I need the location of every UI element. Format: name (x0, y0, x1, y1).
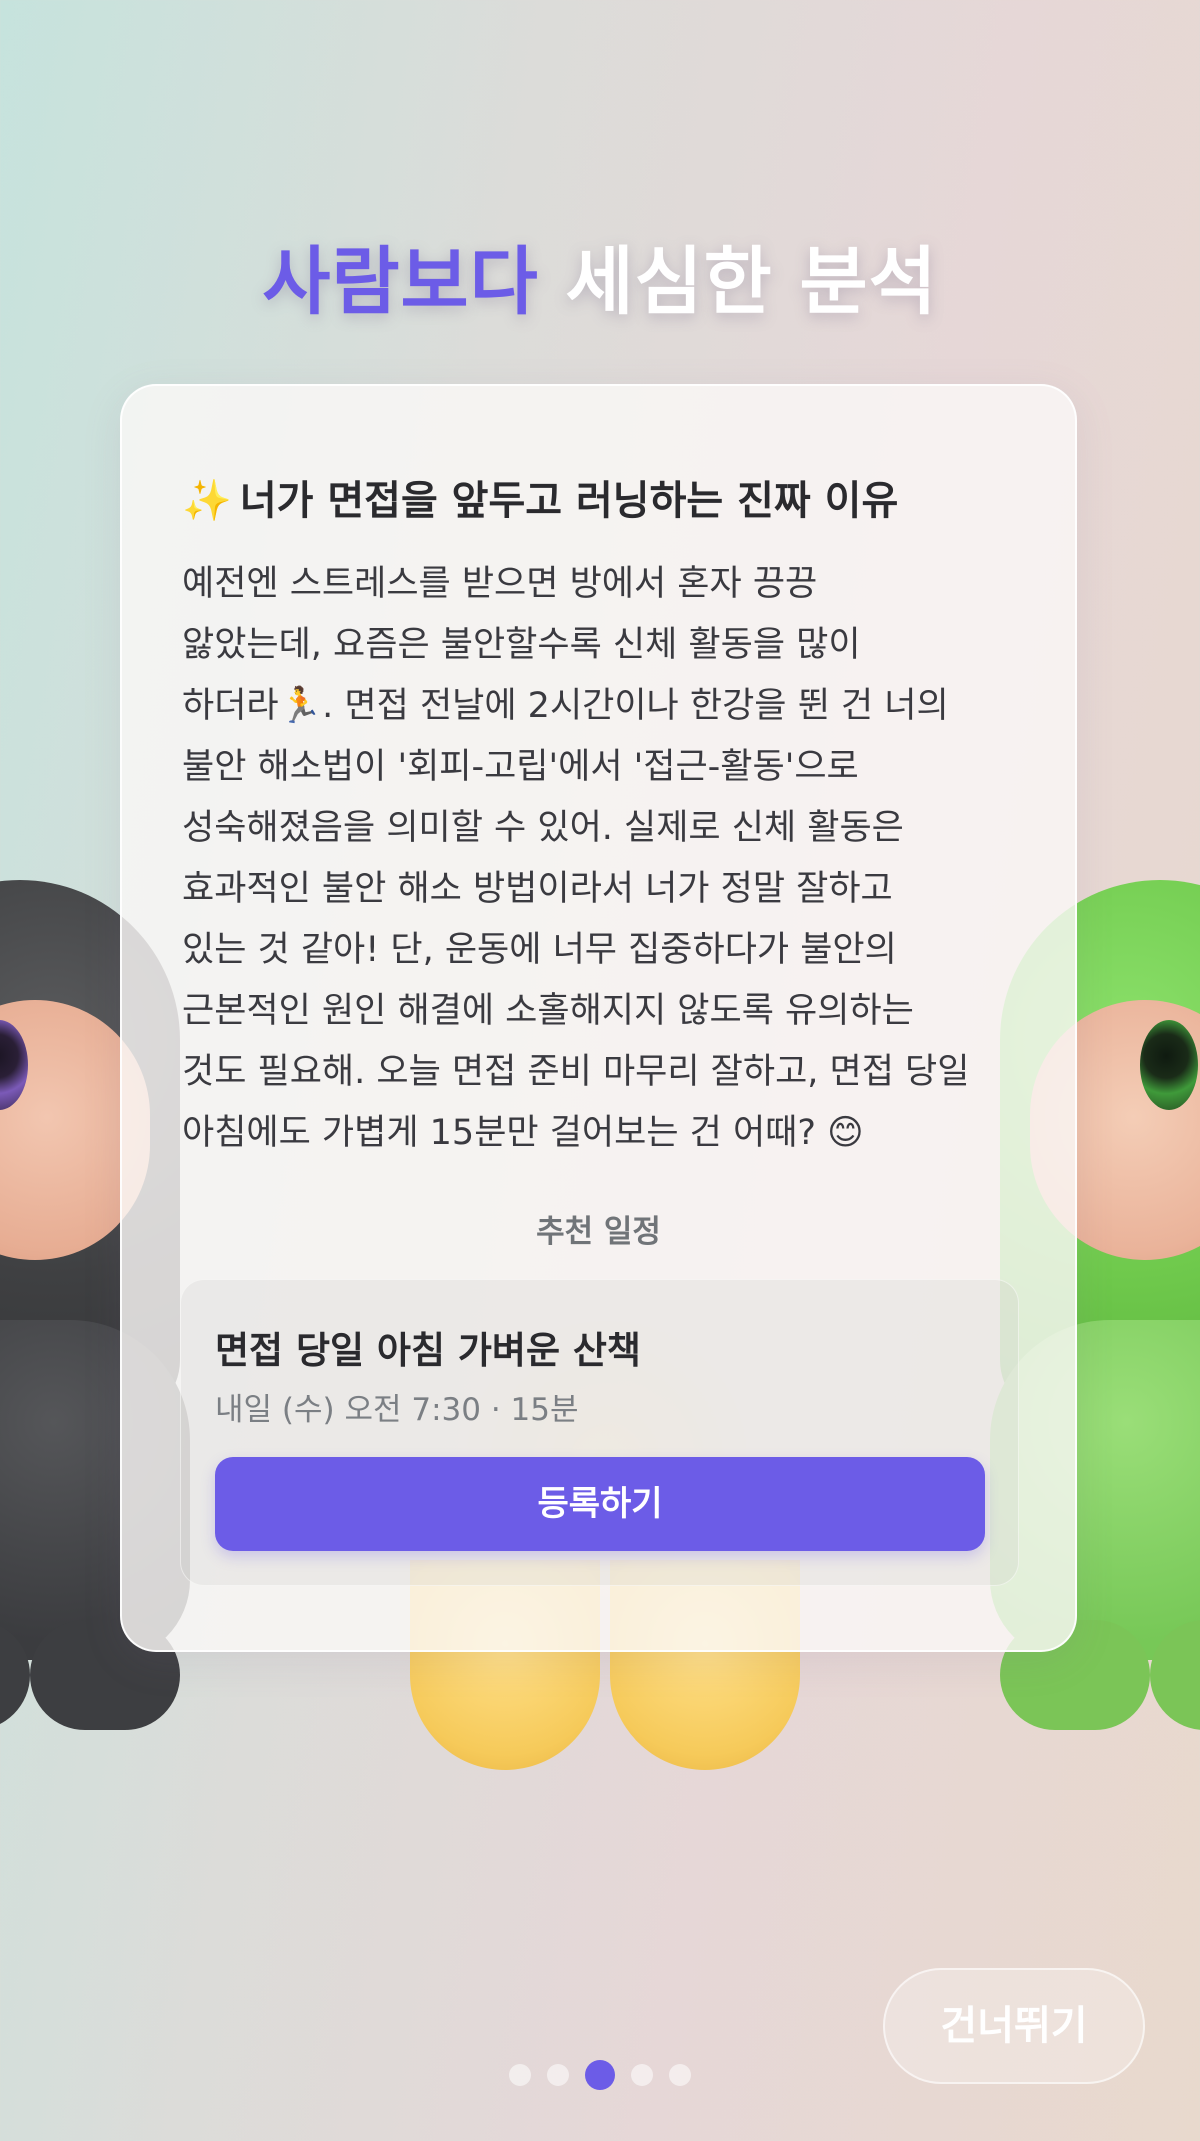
card-body-line: 성숙해졌음을 의미할 수 있어. 실제로 신체 활동은 (182, 808, 904, 848)
card-title-text: 너가 면접을 앞두고 러닝하는 진짜 이유 (239, 478, 899, 524)
headline-rest: 세심한 분석 (538, 239, 938, 325)
page-headline: 사람보다 세심한 분석 (0, 222, 1200, 329)
card-body-line: 예전엔 스트레스를 받으면 방에서 혼자 끙끙 (182, 564, 818, 604)
register-button[interactable]: 등록하기 (215, 1457, 985, 1551)
card-body-line: 앓았는데, 요즘은 불안할수록 신체 활동을 많이 (182, 625, 861, 665)
card-body-line: 근본적인 원인 해결에 소홀해지지 않도록 유의하는 (182, 991, 914, 1031)
schedule-caption: 추천 일정 (536, 1214, 661, 1250)
skip-button[interactable]: 건너뛰기 (883, 1968, 1145, 2084)
card-body-line: 있는 것 같아! 단, 운동에 너무 집중하다가 불안의 (182, 930, 897, 970)
sparkles-icon: ✨ (182, 478, 232, 524)
page-dot[interactable] (509, 2064, 531, 2086)
schedule-datetime: 내일 (수) 오전 7:30 · 15분 (215, 1392, 579, 1428)
card-title: ✨ 너가 면접을 앞두고 러닝하는 진짜 이유 (182, 468, 1035, 526)
card-body-line: 불안 해소법이 '회피-고립'에서 '접근-활동'으로 (182, 747, 859, 787)
card-body-line: 효과적인 불안 해소 방법이라서 너가 정말 잘하고 (182, 869, 893, 909)
analysis-card: ✨ 너가 면접을 앞두고 러닝하는 진짜 이유 예전엔 스트레스를 받으면 방에서… (120, 384, 1077, 1652)
page-dot[interactable] (631, 2064, 653, 2086)
card-body-line: 하더라🏃. 면접 전날에 2시간이나 한강을 뛴 건 너의 (182, 686, 949, 726)
card-body-line: 것도 필요해. 오늘 면접 준비 마무리 잘하고, 면접 당일 (182, 1052, 970, 1092)
page-dot[interactable] (669, 2064, 691, 2086)
recommended-schedule-card: 면접 당일 아침 가벼운 산책 내일 (수) 오전 7:30 · 15분 등록하… (180, 1279, 1019, 1586)
card-body-text: 예전엔 스트레스를 받으면 방에서 혼자 끙끙앓았는데, 요즘은 불안할수록 신… (182, 554, 1027, 1164)
schedule-title: 면접 당일 아침 가벼운 산책 (215, 1329, 641, 1372)
card-body-line: 아침에도 가볍게 15분만 걸어보는 건 어때? 😊 (182, 1113, 864, 1153)
headline-accent: 사람보다 (262, 239, 539, 325)
page-dot-active[interactable] (585, 2060, 615, 2090)
page-dot[interactable] (547, 2064, 569, 2086)
